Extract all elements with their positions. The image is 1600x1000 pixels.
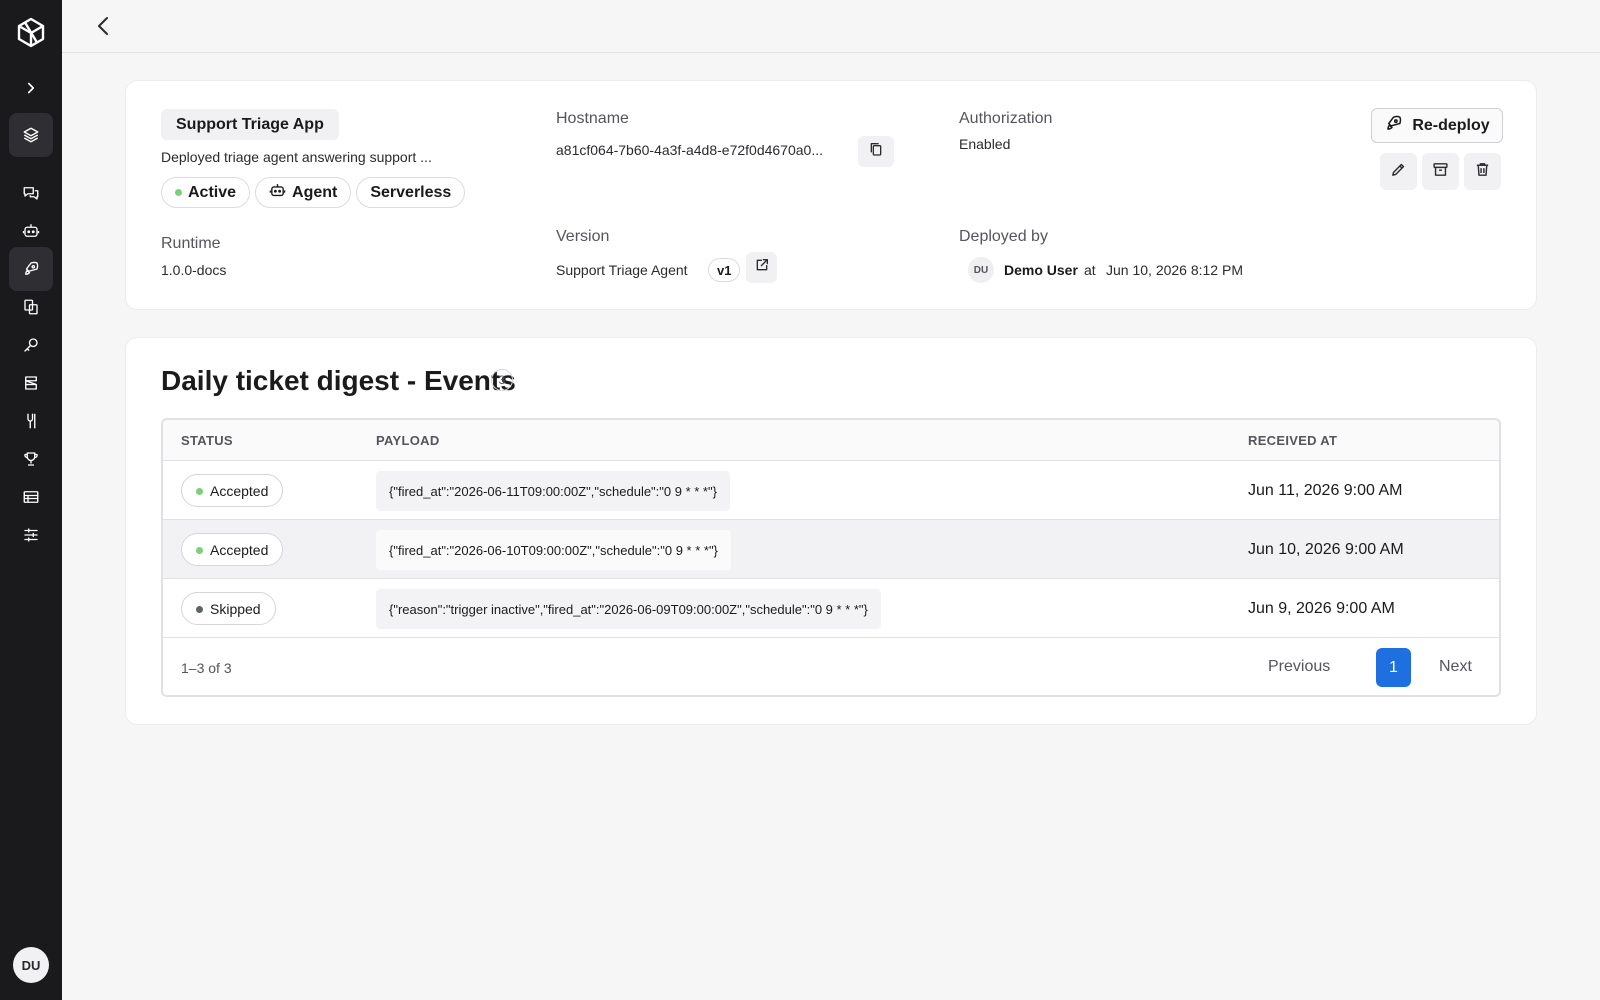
previous-page-button[interactable]: Previous [1268, 658, 1330, 676]
events-table: STATUS PAYLOAD RECEIVED AT Accepted {"fi… [161, 418, 1501, 697]
runtime-value: 1.0.0-docs [161, 262, 227, 278]
type-badge: Agent [255, 177, 352, 208]
bot-icon [269, 182, 286, 204]
user-avatar[interactable]: DU [13, 947, 49, 983]
pencil-icon [1390, 161, 1407, 183]
status-badge: Accepted [181, 533, 284, 566]
trash-icon [1474, 161, 1491, 183]
status-badge: Skipped [181, 592, 276, 625]
open-version-button[interactable] [746, 252, 777, 283]
received-at-cell: Jun 9, 2026 9:00 AM [1248, 600, 1395, 617]
received-at-cell: Jun 10, 2026 9:00 AM [1248, 541, 1404, 558]
table-header: STATUS PAYLOAD RECEIVED AT [163, 420, 1499, 461]
hostname-value: a81cf064-7b60-4a3f-a4d8-e72f0d4670a0... [556, 142, 823, 158]
mode-badge: Serverless [356, 177, 466, 208]
status-dot-icon [196, 488, 203, 495]
status-badge: Active [161, 177, 251, 208]
version-name: Support Triage Agent [556, 262, 688, 278]
deployed-by-label: Deployed by [959, 228, 1048, 245]
deployer-avatar: DU [968, 257, 994, 283]
authorization-label: Authorization [959, 110, 1053, 127]
copy-icon [868, 141, 884, 162]
version-tag: v1 [708, 258, 741, 282]
next-page-button[interactable]: Next [1439, 658, 1472, 676]
deployment-info-card: Support Triage App Deployed triage agent… [125, 80, 1537, 310]
payload-cell: {"reason":"trigger inactive","fired_at":… [376, 589, 881, 629]
status-dot-icon [175, 189, 182, 196]
version-label: Version [556, 228, 610, 245]
status-dot-icon [196, 547, 203, 554]
back-arrow-icon[interactable] [90, 12, 118, 40]
rocket-icon [1384, 114, 1403, 138]
table-row[interactable]: Accepted {"fired_at":"2026-06-11T09:00:0… [163, 461, 1499, 520]
topbar [62, 0, 1600, 53]
table-row[interactable]: Accepted {"fired_at":"2026-06-10T09:00:0… [163, 520, 1499, 579]
external-link-icon [754, 257, 770, 278]
expand-sidebar-icon[interactable] [9, 66, 53, 110]
logo-icon[interactable] [15, 16, 47, 48]
payload-cell: {"fired_at":"2026-06-11T09:00:00Z","sche… [376, 471, 730, 511]
events-count-badge: 3 [491, 369, 513, 391]
runtime-label: Runtime [161, 235, 221, 252]
app-description: Deployed triage agent answering support … [161, 149, 432, 165]
layers-icon[interactable] [9, 113, 53, 157]
settings-sliders-icon[interactable] [9, 513, 53, 557]
sidebar: DU [0, 0, 62, 1000]
hostname-label: Hostname [556, 110, 629, 127]
edit-button[interactable] [1380, 153, 1417, 190]
archive-icon [1432, 161, 1449, 183]
pagination-range: 1–3 of 3 [181, 660, 232, 676]
events-title: Daily ticket digest - Events [161, 365, 516, 396]
table-row[interactable]: Skipped {"reason":"trigger inactive","fi… [163, 579, 1499, 638]
current-page-button[interactable]: 1 [1376, 648, 1411, 687]
archive-button[interactable] [1422, 153, 1459, 190]
deployed-at-word: at [1084, 262, 1096, 278]
column-header-status[interactable]: STATUS [181, 433, 233, 448]
authorization-value: Enabled [959, 136, 1011, 152]
received-at-cell: Jun 11, 2026 9:00 AM [1248, 482, 1403, 499]
events-card: Daily ticket digest - Events 3 STATUS PA… [125, 337, 1537, 725]
status-dot-icon [196, 606, 203, 613]
copy-hostname-button[interactable] [858, 136, 894, 167]
app-badges: Active Agent Serverless [161, 177, 466, 208]
app-name: Support Triage App [161, 109, 339, 140]
column-header-payload[interactable]: PAYLOAD [376, 433, 440, 448]
redeploy-button[interactable]: Re-deploy [1371, 108, 1503, 143]
delete-button[interactable] [1464, 153, 1501, 190]
deployer-name: Demo User [1004, 262, 1078, 278]
deployed-at-time: Jun 10, 2026 8:12 PM [1106, 262, 1243, 278]
pagination-bar: 1–3 of 3 Previous 1 Next [163, 638, 1499, 695]
status-badge: Accepted [181, 474, 284, 507]
payload-cell: {"fired_at":"2026-06-10T09:00:00Z","sche… [376, 530, 731, 570]
column-header-received-at[interactable]: RECEIVED AT [1248, 433, 1337, 448]
